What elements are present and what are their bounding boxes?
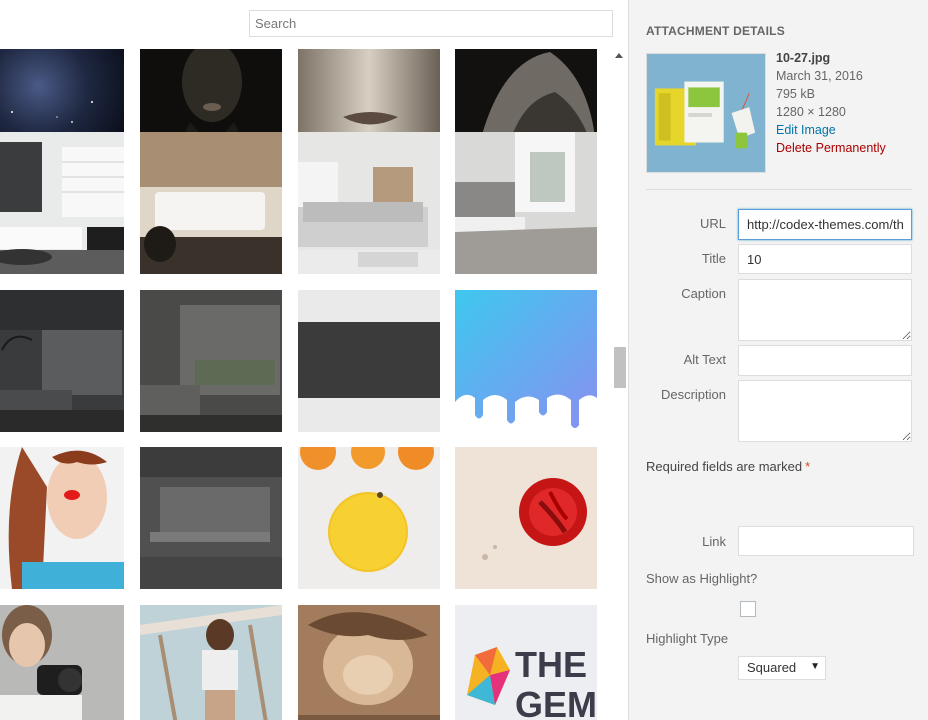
- caption-label: Caption: [681, 286, 726, 301]
- upload-date: March 31, 2016: [776, 69, 863, 83]
- divider: [646, 189, 912, 190]
- file-name: 10-27.jpg: [776, 51, 831, 65]
- media-grid: THE GEM: [0, 49, 612, 720]
- media-item-red-bowl-peppers[interactable]: [455, 447, 597, 589]
- caption-field[interactable]: [738, 279, 912, 341]
- media-item-orange-fruit[interactable]: [298, 447, 440, 589]
- media-item-dark-interior-1[interactable]: [0, 290, 124, 432]
- delete-permanently-link[interactable]: Delete Permanently: [776, 139, 886, 157]
- title-field[interactable]: [738, 244, 912, 274]
- media-item-living-room-4[interactable]: [455, 132, 597, 274]
- highlight-type-select[interactable]: Squared ▼: [738, 656, 826, 680]
- search-input[interactable]: [249, 10, 613, 37]
- url-field[interactable]: [738, 209, 912, 240]
- link-field[interactable]: [738, 526, 914, 556]
- show-as-highlight-label: Show as Highlight?: [646, 571, 758, 586]
- media-item-dark-banner[interactable]: [298, 290, 440, 432]
- media-item-gradient-drip[interactable]: [455, 290, 597, 432]
- media-item-dark-interior-2[interactable]: [140, 290, 282, 432]
- attachment-details-heading: Attachment Details: [646, 24, 785, 38]
- description-field[interactable]: [738, 380, 912, 442]
- dropdown-arrow-icon: ▼: [810, 661, 820, 672]
- scrollbar-thumb[interactable]: [614, 347, 626, 388]
- media-item-living-room-3[interactable]: [298, 132, 440, 274]
- media-item-living-room-2[interactable]: [140, 132, 282, 274]
- description-label: Description: [660, 387, 726, 402]
- alt-text-label: Alt Text: [683, 352, 726, 367]
- media-item-woman-red-lips[interactable]: [0, 447, 124, 589]
- required-star: *: [805, 459, 811, 474]
- alt-text-field[interactable]: [738, 345, 912, 376]
- media-item-dark-kitchen[interactable]: [140, 447, 282, 589]
- scroll-up-arrow-icon[interactable]: [615, 53, 623, 58]
- media-modal: THE GEM Attachment Details 10-27.jpg M: [0, 0, 928, 720]
- media-item-woman-sepia[interactable]: [298, 605, 440, 720]
- svg-text:THE: THE: [515, 644, 587, 685]
- edit-image-link[interactable]: Edit Image: [776, 121, 836, 139]
- file-size: 795 kB: [776, 87, 815, 101]
- highlight-type-label: Highlight Type: [646, 631, 729, 646]
- required-fields-note: Required fields are marked *: [646, 459, 810, 474]
- attachment-preview-thumbnail: [646, 53, 766, 173]
- required-note-text: Required fields are marked: [646, 459, 803, 474]
- link-label: Link: [702, 534, 726, 549]
- url-label: URL: [699, 216, 726, 231]
- title-label: Title: [701, 251, 726, 266]
- media-item-photographer[interactable]: [0, 605, 124, 720]
- svg-text:GEM: GEM: [515, 684, 597, 720]
- media-item-woman-building[interactable]: [140, 605, 282, 720]
- media-item-living-room-1[interactable]: [0, 132, 124, 274]
- show-as-highlight-checkbox[interactable]: [740, 601, 756, 617]
- media-item-thegem-logo[interactable]: THE GEM: [455, 605, 597, 720]
- attachment-details-sidebar: Attachment Details 10-27.jpg March 31, 2…: [628, 0, 928, 720]
- highlight-type-value: Squared: [747, 660, 797, 675]
- image-dimensions: 1280 × 1280: [776, 105, 846, 119]
